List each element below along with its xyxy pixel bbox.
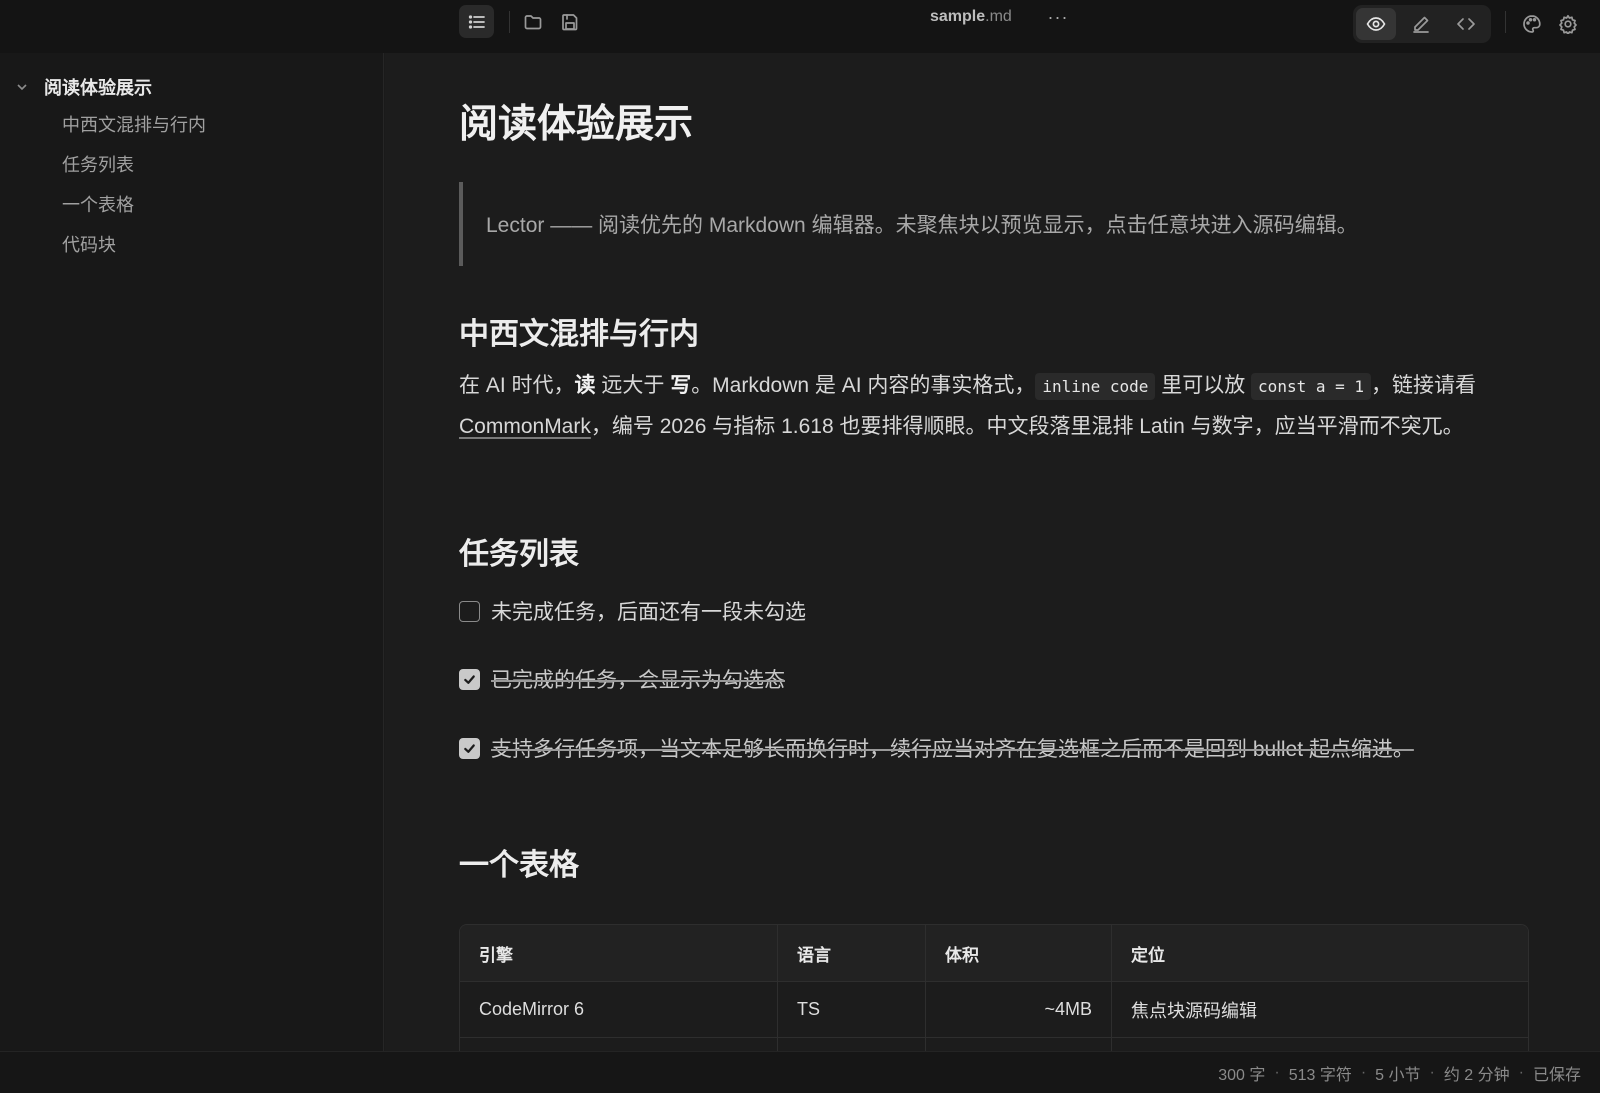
- blockquote[interactable]: Lector —— 阅读优先的 Markdown 编辑器。未聚焦块以预览显示，点…: [459, 182, 1459, 266]
- outline-item[interactable]: 任务列表: [62, 151, 134, 179]
- column-header: 体积: [926, 925, 1112, 981]
- task-checkbox[interactable]: [459, 737, 480, 759]
- outline-root-label: 阅读体验展示: [44, 78, 152, 98]
- open-folder-button[interactable]: [518, 5, 548, 38]
- commonmark-link[interactable]: CommonMark: [459, 415, 591, 438]
- status-bar: 300 字 · 513 字符 · 5 小节 · 约 2 分钟 · 已保存: [0, 1051, 1600, 1093]
- top-toolbar: sample.md ···: [0, 0, 1600, 53]
- table-row: [460, 1037, 1528, 1051]
- save-icon: [562, 13, 578, 30]
- toolbar-divider: [1505, 11, 1506, 33]
- section-heading: 任务列表: [459, 538, 579, 571]
- chevron-down-icon[interactable]: [14, 79, 30, 95]
- more-options-button[interactable]: ···: [1045, 4, 1071, 30]
- save-button[interactable]: [555, 5, 585, 38]
- section-heading: 中西文混排与行内: [459, 318, 699, 351]
- table-cell: TS: [778, 982, 926, 1037]
- outline-item[interactable]: 中西文混排与行内: [62, 111, 206, 139]
- outline-root-item[interactable]: 阅读体验展示: [14, 72, 152, 102]
- task-item: 未完成任务，后面还有一段未勾选: [459, 596, 806, 626]
- palette-icon: [1523, 15, 1541, 33]
- column-header: 引擎: [460, 925, 778, 981]
- task-checkbox[interactable]: [459, 668, 480, 690]
- list-icon: [468, 14, 485, 29]
- gear-icon: [1559, 14, 1577, 34]
- column-header: 定位: [1131, 945, 1165, 965]
- outline-sidebar: 阅读体验展示 中西文混排与行内 任务列表 一个表格 代码块: [0, 53, 384, 1051]
- settings-button[interactable]: [1553, 7, 1583, 41]
- outline-item[interactable]: 代码块: [62, 231, 116, 259]
- document-view[interactable]: 阅读体验展示 Lector —— 阅读优先的 Markdown 编辑器。未聚焦块…: [385, 53, 1600, 1051]
- table-cell: CodeMirror 6: [460, 982, 778, 1037]
- view-mode-switcher: [1353, 5, 1491, 43]
- edit-mode-button[interactable]: [1401, 8, 1441, 40]
- pencil-icon: [1413, 16, 1429, 33]
- task-item: 已完成的任务，会显示为勾选态: [459, 664, 785, 694]
- toolbar-divider: [509, 11, 510, 33]
- data-table[interactable]: 引擎 语言 体积 定位 CodeMirror 6 TS ~4MB 焦点块源码编辑: [459, 924, 1529, 1051]
- table-cell: ~4MB: [926, 982, 1112, 1037]
- inline-code: inline code: [1035, 373, 1156, 400]
- document-title: 阅读体验展示: [459, 103, 694, 146]
- column-header: 语言: [778, 925, 926, 981]
- task-text: 支持多行任务项，当文本足够长而换行时，续行应当对齐在复选框之后而不是回到 bul…: [491, 738, 1414, 761]
- task-checkbox[interactable]: [459, 600, 480, 622]
- task-text: 未完成任务，后面还有一段未勾选: [491, 601, 806, 624]
- section-count: 5 小节: [1375, 1066, 1421, 1084]
- eye-icon: [1366, 17, 1386, 31]
- outline-item[interactable]: 一个表格: [62, 191, 134, 219]
- code-icon: [1457, 18, 1475, 30]
- table-cell: 焦点块源码编辑: [1131, 1000, 1257, 1021]
- table-header-row: 引擎 语言 体积 定位: [460, 925, 1528, 981]
- outline-toggle-button[interactable]: [459, 5, 494, 38]
- folder-icon: [524, 14, 542, 29]
- preview-mode-button[interactable]: [1356, 8, 1396, 40]
- blockquote-text: Lector —— 阅读优先的 Markdown 编辑器。未聚焦块以预览显示，点…: [486, 214, 1358, 237]
- document-filename: sample.md: [930, 8, 1012, 25]
- paragraph[interactable]: 在 AI 时代，读 远大于 写。Markdown 是 AI 内容的事实格式， in…: [459, 366, 1529, 447]
- char-count: 513 字符: [1288, 1066, 1352, 1084]
- save-status: 已保存: [1532, 1066, 1581, 1084]
- task-text: 已完成的任务，会显示为勾选态: [491, 669, 785, 692]
- inline-code: const a = 1: [1251, 373, 1372, 400]
- theme-button[interactable]: [1517, 7, 1547, 41]
- word-count: 300 字: [1218, 1066, 1266, 1084]
- table-row: CodeMirror 6 TS ~4MB 焦点块源码编辑: [460, 981, 1528, 1037]
- reading-time: 约 2 分钟: [1443, 1066, 1510, 1084]
- checkmark-icon: [464, 674, 475, 684]
- section-heading: 一个表格: [459, 849, 579, 882]
- source-mode-button[interactable]: [1446, 8, 1486, 40]
- checkmark-icon: [464, 743, 475, 753]
- task-item: 支持多行任务项，当文本足够长而换行时，续行应当对齐在复选框之后而不是回到 bul…: [459, 733, 1414, 763]
